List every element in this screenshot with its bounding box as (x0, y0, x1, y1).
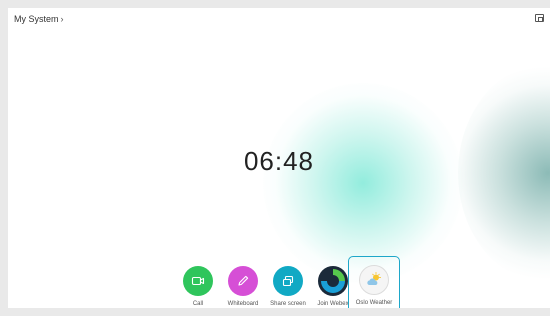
weather-icon (367, 272, 381, 285)
system-name-label: My System (14, 14, 59, 24)
pencil-icon (238, 275, 249, 286)
share-screen-app-button[interactable]: Share screen (265, 266, 311, 307)
call-app-circle (183, 266, 213, 296)
oslo-weather-app-label: Oslo Weather (355, 300, 393, 306)
join-webex-app-circle (318, 266, 348, 296)
oslo-weather-app-circle (359, 265, 389, 295)
chevron-right-icon: › (60, 14, 64, 24)
oslo-weather-app-button[interactable]: Oslo Weather (348, 256, 400, 308)
whiteboard-app-button[interactable]: Whiteboard (220, 266, 266, 307)
call-app-button[interactable]: Call (175, 266, 221, 307)
home-screen: My System › 06:48 Call Whiteboard Share … (8, 8, 550, 308)
webex-icon (318, 266, 348, 296)
share-screen-app-circle (273, 266, 303, 296)
video-icon (191, 276, 205, 286)
share-screen-icon (282, 275, 294, 287)
app-bar: Call Whiteboard Share screen Join Webex … (8, 256, 550, 308)
clock-display: 06:48 (243, 146, 315, 176)
share-screen-app-label: Share screen (270, 301, 306, 307)
layout-icon[interactable] (535, 14, 544, 22)
background-glow (263, 83, 463, 283)
call-app-label: Call (192, 301, 204, 307)
whiteboard-app-label: Whiteboard (227, 301, 259, 307)
system-name-menu[interactable]: My System › (14, 14, 64, 24)
whiteboard-app-circle (228, 266, 258, 296)
